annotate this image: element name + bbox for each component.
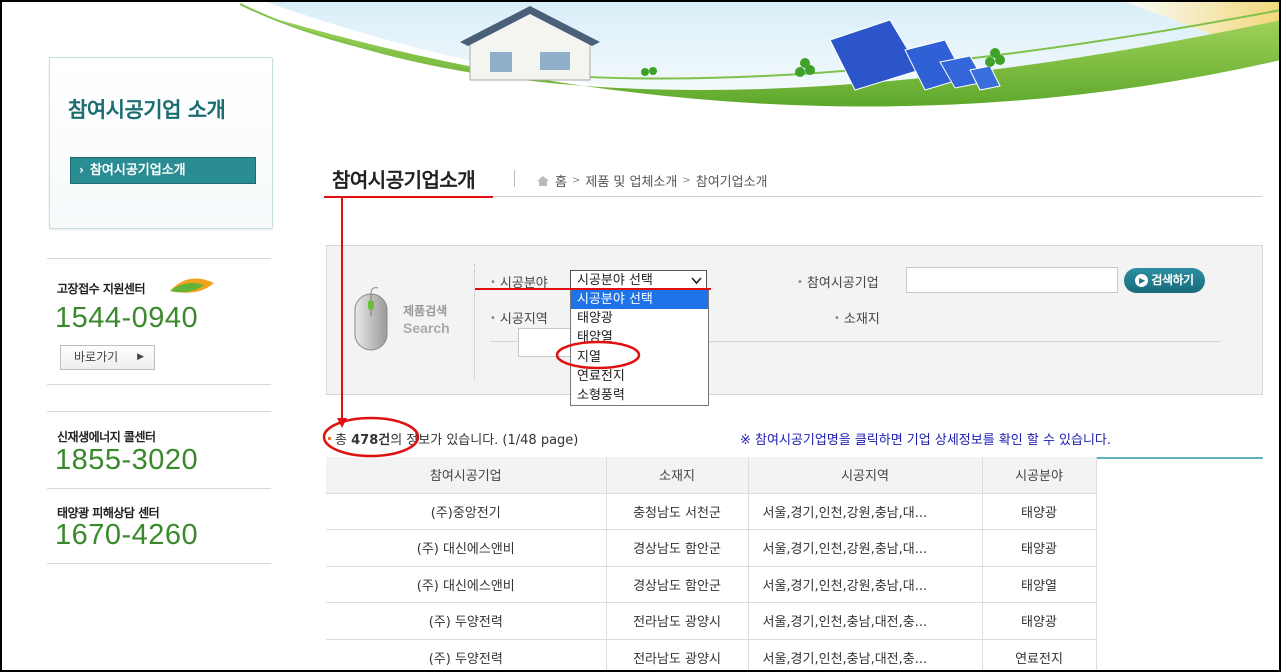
sidebar-item-label: 참여시공기업소개 (89, 163, 186, 178)
dropdown-option-solar-pv[interactable]: 태양광 (571, 309, 708, 328)
field-label-company: • 참여시공기업 (797, 276, 879, 291)
breadcrumb: 홈 > 제품 및 업체소개 > 참여기업소개 (536, 171, 768, 190)
search-caption-en: Search (403, 320, 450, 336)
result-summary: 총 478건의 정보가 있습니다. (1/48 page) (328, 429, 578, 448)
divider (47, 488, 271, 489)
title-underline (326, 196, 1262, 197)
col-header-location: 소재지 (606, 457, 749, 494)
location-cell: 전라남도 광양시 (606, 602, 749, 640)
region-input[interactable] (518, 328, 572, 357)
field-cell: 태양광 (982, 529, 1097, 567)
table-row: (주) 두양전력 전라남도 광양시 서울,경기,인천,충남,대전,충... 태양… (326, 602, 1097, 640)
play-right-icon: ▶ (1135, 274, 1149, 287)
field-label-construction: • 시공분야 (490, 276, 548, 291)
page-title: 참여시공기업소개 (332, 168, 476, 192)
field-label-region: • 시공지역 (490, 312, 548, 327)
divider (47, 563, 271, 564)
field-cell: 연료전지 (982, 639, 1097, 672)
sidebar-menu-box: 참여시공기업 소개 › 참여시공기업소개 (49, 57, 273, 229)
search-panel (326, 245, 1263, 395)
construction-field-select[interactable]: 시공분야 선택 (570, 270, 707, 291)
location-cell: 경상남도 함안군 (606, 529, 749, 567)
contact-phone-callcenter: 1855-3020 (55, 444, 199, 476)
field-cell: 태양광 (982, 493, 1097, 530)
location-cell: 충청남도 서천군 (606, 493, 749, 530)
region-cell: 서울,경기,인천,강원,충남,대... (748, 566, 983, 603)
col-header-field: 시공분야 (982, 457, 1097, 494)
select-value: 시공분야 선택 (577, 273, 653, 288)
sidebar-title: 참여시공기업 소개 (68, 98, 226, 122)
location-cell: 전라남도 광양시 (606, 639, 749, 672)
dropdown-option-fuel-cell[interactable]: 연료전지 (571, 367, 708, 386)
table-row: (주) 두양전력 전라남도 광양시 서울,경기,인천,충남,대전,충... 연료… (326, 639, 1097, 672)
search-button[interactable]: ▶ 검색하기 (1124, 268, 1205, 293)
contact-phone-solar-damage: 1670-4260 (55, 519, 199, 551)
click-notice: ※ 참여시공기업명을 클릭하면 기업 상세정보를 확인 할 수 있습니다. (740, 433, 1112, 448)
divider (47, 258, 271, 259)
annotation-arrow-head (337, 418, 347, 428)
region-cell: 서울,경기,인천,충남,대전,충... (748, 602, 983, 640)
goto-label: 바로가기 (74, 350, 119, 364)
col-header-region: 시공지역 (748, 457, 983, 494)
bullet-icon (328, 437, 331, 440)
company-link[interactable]: (주) 두양전력 (326, 602, 607, 640)
divider (514, 170, 515, 187)
mouse-icon (354, 287, 388, 351)
table-row: (주) 대신에스앤비 경상남도 함안군 서울,경기,인천,강원,충남,대... … (326, 529, 1097, 567)
home-icon (537, 175, 549, 186)
table-row: (주)중앙전기 충청남도 서천군 서울,경기,인천,강원,충남,대... 태양광 (326, 493, 1097, 530)
breadcrumb-home[interactable]: 홈 (555, 171, 567, 190)
region-cell: 서울,경기,인천,충남,대전,충... (748, 639, 983, 672)
table-row: (주) 대신에스앤비 경상남도 함안군 서울,경기,인천,강원,충남,대... … (326, 566, 1097, 603)
company-link[interactable]: (주) 대신에스앤비 (326, 566, 607, 603)
company-link[interactable]: (주)중앙전기 (326, 493, 607, 530)
dropdown-option-geothermal[interactable]: 지열 (571, 348, 708, 367)
breadcrumb-separator-icon: > (682, 175, 691, 186)
breadcrumb-separator-icon: > (571, 175, 581, 186)
region-cell: 서울,경기,인천,강원,충남,대... (748, 529, 983, 567)
region-cell: 서울,경기,인천,강원,충남,대... (748, 493, 983, 530)
breadcrumb-current: 참여기업소개 (695, 175, 768, 190)
goto-button[interactable]: 바로가기 ▶ (60, 345, 155, 370)
contact-label-repair: 고장접수 지원센터 (57, 282, 146, 296)
contact-phone-repair: 1544-0940 (55, 302, 199, 334)
field-label-location: • 소재지 (834, 312, 880, 327)
company-name-input[interactable] (906, 267, 1118, 293)
col-header-company: 참여시공기업 (326, 457, 607, 494)
construction-field-dropdown: 시공분야 선택 태양광 태양열 지열 연료전지 소형풍력 (570, 289, 709, 406)
chevron-down-icon (691, 277, 702, 285)
sidebar-item-company-intro[interactable]: › 참여시공기업소개 (70, 157, 256, 184)
field-cell: 태양광 (982, 602, 1097, 640)
company-table: 참여시공기업 소재지 시공지역 시공분야 (주)중앙전기 충청남도 서천군 서울… (326, 457, 1097, 672)
dropdown-option-small-wind[interactable]: 소형풍력 (571, 386, 708, 405)
company-link[interactable]: (주) 대신에스앤비 (326, 529, 607, 567)
dropdown-option-default[interactable]: 시공분야 선택 (571, 290, 708, 310)
search-caption-ko: 제품검색 (403, 304, 448, 318)
location-cell: 경상남도 함안군 (606, 566, 749, 603)
divider (47, 411, 271, 412)
divider (474, 264, 475, 380)
play-right-icon: ▶ (137, 352, 144, 362)
header-banner (240, 0, 1281, 128)
breadcrumb-products[interactable]: 제품 및 업체소개 (585, 171, 677, 190)
leaf-logo-icon (170, 278, 214, 293)
dropdown-option-solar-thermal[interactable]: 태양열 (571, 328, 708, 347)
divider (47, 384, 271, 385)
table-header-row: 참여시공기업 소재지 시공지역 시공분야 (326, 457, 1097, 494)
contact-label-callcenter: 신재생에너지 콜센터 (57, 430, 156, 444)
company-link[interactable]: (주) 두양전력 (326, 639, 607, 672)
field-cell: 태양열 (982, 566, 1097, 603)
chevron-right-icon: › (79, 163, 84, 177)
result-count: 478건 (351, 433, 391, 448)
